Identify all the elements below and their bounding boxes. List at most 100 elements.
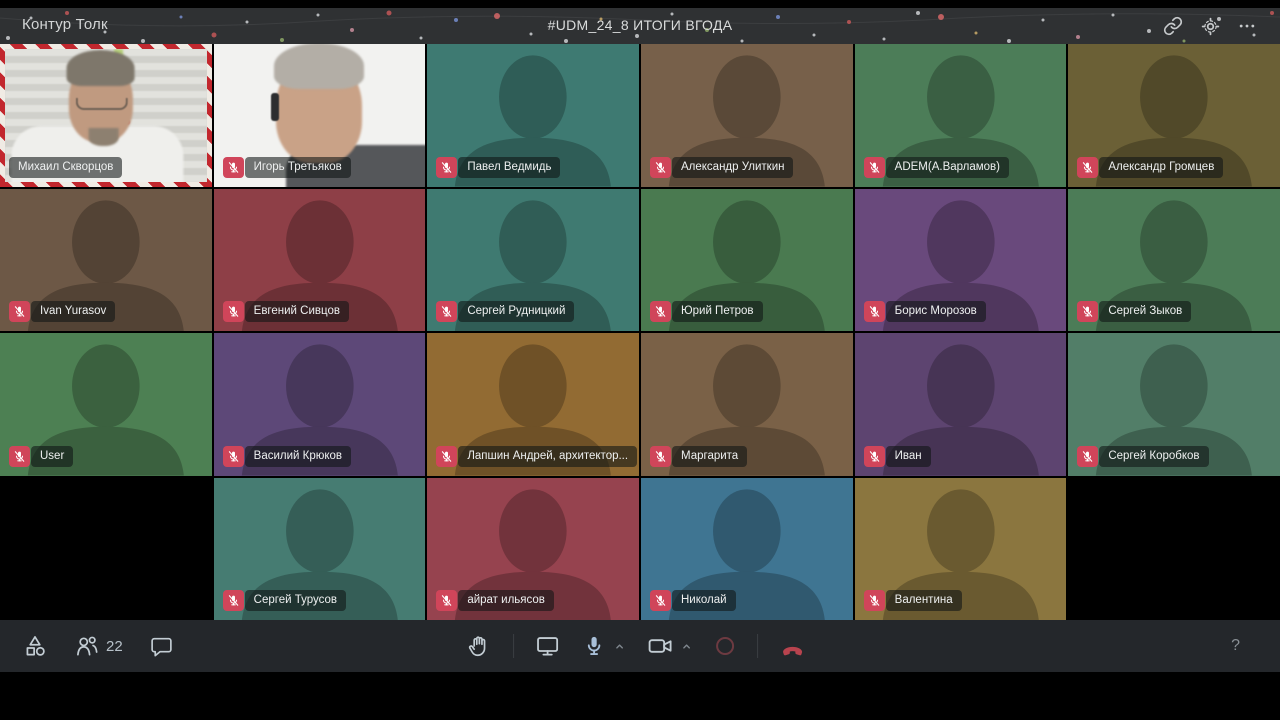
mic-muted-badge [650, 445, 671, 467]
participant-tile[interactable]: Сергей Коробков [1068, 333, 1280, 476]
participants-button[interactable]: 22 [74, 633, 123, 659]
mic-muted-badge [222, 301, 244, 322]
participant-name: Иван [885, 445, 931, 467]
mic-muted-icon [228, 595, 238, 606]
mic-muted-badge [222, 590, 244, 611]
participant-label: Валентина [863, 590, 962, 611]
participant-tile[interactable]: Лапшин Андрей, архитектор... [427, 333, 639, 476]
participant-name: Александр Громцев [1099, 156, 1224, 178]
top-bar: Контур Толк #UDM_24_8 ИТОГИ ВГОДА [0, 8, 1280, 45]
mic-muted-icon [655, 306, 666, 317]
mic-muted-badge [1077, 156, 1099, 178]
mic-muted-badge [650, 590, 671, 611]
hangup-button[interactable] [778, 632, 807, 661]
participant-label: Борис Морозов [863, 301, 986, 322]
share-link-icon[interactable] [1162, 15, 1184, 37]
toolbar-divider [513, 634, 515, 658]
participant-name: Сергей Коробков [1099, 445, 1209, 467]
share-screen-button[interactable] [534, 633, 561, 660]
mic-muted-badge [9, 445, 30, 467]
mic-muted-badge [436, 156, 458, 178]
participant-tile[interactable]: Ivan Yurasov [0, 188, 212, 331]
participant-tile[interactable]: Павел Ведмидь [427, 44, 639, 187]
participant-tile[interactable]: Маргарита [641, 333, 853, 476]
mic-muted-badge [863, 590, 885, 611]
raise-hand-button[interactable] [466, 633, 493, 660]
participant-label: Александр Громцев [1077, 156, 1224, 178]
participant-tile[interactable]: Иван [854, 333, 1067, 476]
participant-label: Павел Ведмидь [436, 156, 561, 178]
mic-muted-badge [222, 445, 244, 467]
mic-muted-badge [1077, 445, 1099, 467]
chat-button[interactable] [149, 634, 174, 659]
mic-muted-badge [1077, 301, 1099, 322]
mic-muted-badge [863, 156, 885, 178]
participant-tile[interactable]: Юрий Петров [641, 188, 853, 331]
settings-icon[interactable] [1199, 15, 1221, 37]
participant-label: Сергей Рудницкий [436, 301, 575, 322]
participant-tile[interactable]: Валентина [854, 477, 1067, 620]
mic-menu-chevron[interactable] [613, 640, 626, 653]
participant-tile[interactable]: Борис Морозов [854, 188, 1067, 331]
participant-name: Сергей Зыков [1099, 301, 1192, 322]
participant-name: айрат ильясов [458, 590, 554, 611]
participant-label: User [9, 445, 74, 467]
meeting-window: Контур Толк #UDM_24_8 ИТОГИ ВГОДА Михаил… [0, 0, 1280, 720]
participant-tile[interactable]: Сергей Зыков [1068, 188, 1280, 331]
participant-label: Юрий Петров [650, 301, 763, 322]
participant-name: User [31, 445, 74, 467]
participant-tile[interactable]: ADEM(А.Варламов) [854, 44, 1067, 187]
participant-name: Валентина [885, 590, 962, 611]
participant-tile[interactable]: User [0, 333, 212, 476]
participant-name: Борис Морозов [885, 301, 986, 322]
participant-tile[interactable]: Александр Улиткин [641, 44, 853, 187]
mic-muted-icon [655, 161, 666, 173]
mic-muted-icon [228, 306, 238, 317]
participant-name: Юрий Петров [672, 301, 763, 322]
participant-label: ADEM(А.Варламов) [863, 156, 1009, 178]
mic-muted-badge [436, 445, 458, 467]
participant-label: Михаил Скворцов [9, 156, 123, 178]
participant-tile[interactable]: Николай [641, 477, 853, 620]
participant-name: Сергей Турусов [244, 590, 346, 611]
participant-name: Ivan Yurasov [31, 301, 116, 322]
participant-tile[interactable]: Игорь Третьяков [213, 44, 426, 187]
mic-muted-icon [869, 306, 879, 317]
participant-label: Иван [863, 445, 931, 467]
record-button[interactable] [713, 634, 737, 658]
participant-tile[interactable]: Евгений Сивцов [213, 188, 426, 331]
help-button[interactable]: ? [1231, 637, 1240, 655]
participant-name: Николай [672, 590, 736, 611]
mic-muted-badge [436, 590, 458, 611]
participant-label: Александр Улиткин [650, 156, 794, 178]
participant-tile[interactable]: Сергей Турусов [213, 477, 426, 620]
camera-menu-chevron[interactable] [680, 640, 693, 653]
mic-button[interactable] [581, 633, 626, 659]
mic-muted-icon [869, 450, 879, 462]
participant-tile[interactable]: Михаил Скворцов [0, 44, 212, 187]
camera-button[interactable] [646, 632, 693, 660]
participant-label: Лапшин Андрей, архитектор... [436, 445, 638, 467]
participant-tile[interactable]: Василий Крюков [213, 333, 426, 476]
participant-label: Игорь Третьяков [222, 156, 351, 178]
more-options-icon[interactable] [1236, 15, 1258, 37]
participant-label: Ivan Yurasov [9, 301, 116, 322]
participant-label: Евгений Сивцов [222, 301, 349, 322]
participant-name: Лапшин Андрей, архитектор... [458, 445, 638, 467]
participant-tile[interactable]: Сергей Рудницкий [427, 188, 639, 331]
view-layout-button[interactable] [22, 633, 48, 659]
mic-muted-icon [442, 595, 452, 606]
participant-tile[interactable]: Александр Громцев [1068, 44, 1280, 187]
mic-muted-icon [228, 161, 238, 173]
meeting-title: #UDM_24_8 ИТОГИ ВГОДА [547, 17, 733, 33]
participant-label: айрат ильясов [436, 590, 554, 611]
participant-name: Сергей Рудницкий [458, 301, 575, 322]
participants-count: 22 [106, 637, 123, 655]
participant-tile[interactable]: айрат ильясов [427, 477, 639, 620]
participant-name: Евгений Сивцов [244, 301, 349, 322]
mic-muted-badge [650, 156, 671, 178]
mic-muted-icon [228, 450, 238, 462]
mic-muted-icon [1083, 306, 1093, 317]
mic-muted-icon [442, 450, 452, 462]
mic-muted-icon [655, 595, 666, 606]
